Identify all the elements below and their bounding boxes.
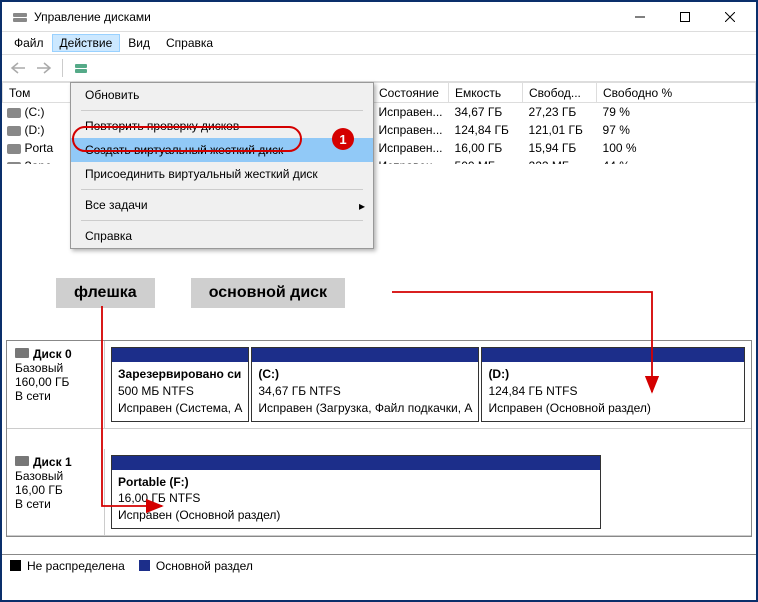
partition-reserved[interactable]: Зарезервировано си500 МБ NTFSИсправен (С… bbox=[111, 347, 249, 422]
col-status[interactable]: Состояние bbox=[373, 83, 449, 103]
menu-file[interactable]: Файл bbox=[6, 34, 52, 52]
toolbar bbox=[2, 54, 756, 82]
disk-row-0[interactable]: Диск 0 Базовый 160,00 ГБ В сети Зарезерв… bbox=[7, 341, 751, 429]
window-title: Управление дисками bbox=[34, 10, 617, 24]
legend-unalloc: Не распределена bbox=[27, 559, 125, 573]
back-icon[interactable] bbox=[8, 58, 28, 78]
refresh-icon[interactable] bbox=[71, 58, 91, 78]
minimize-button[interactable] bbox=[617, 3, 662, 31]
forward-icon[interactable] bbox=[34, 58, 54, 78]
col-free[interactable]: Свобод... bbox=[523, 83, 597, 103]
callout-badge-1: 1 bbox=[332, 128, 354, 150]
annotation-flash: флешка bbox=[56, 278, 155, 308]
chevron-right-icon: ▸ bbox=[359, 199, 365, 213]
maximize-button[interactable] bbox=[662, 3, 707, 31]
dd-attach-vhd[interactable]: Присоединить виртуальный жесткий диск bbox=[71, 162, 373, 186]
legend-swatch-unalloc bbox=[10, 560, 21, 571]
col-volume[interactable]: Том bbox=[3, 83, 73, 103]
dd-help[interactable]: Справка bbox=[71, 224, 373, 248]
menu-action[interactable]: Действие bbox=[52, 34, 121, 52]
titlebar: Управление дисками bbox=[2, 2, 756, 32]
dd-rescan[interactable]: Повторить проверку дисков bbox=[71, 114, 373, 138]
partition-d[interactable]: (D:)124,84 ГБ NTFSИсправен (Основной раз… bbox=[481, 347, 745, 422]
disk-graphical-view: Диск 0 Базовый 160,00 ГБ В сети Зарезерв… bbox=[6, 340, 752, 537]
col-capacity[interactable]: Емкость bbox=[449, 83, 523, 103]
partition-c[interactable]: (C:)34,67 ГБ NTFSИсправен (Загрузка, Фай… bbox=[251, 347, 479, 422]
annotation-maindisk: основной диск bbox=[191, 278, 345, 308]
dd-refresh[interactable]: Обновить bbox=[71, 83, 373, 107]
action-dropdown: Обновить Повторить проверку дисков Созда… bbox=[70, 82, 374, 249]
dd-all-tasks[interactable]: Все задачи▸ bbox=[71, 193, 373, 217]
disk-header-0: Диск 0 Базовый 160,00 ГБ В сети bbox=[7, 341, 105, 428]
col-freepct[interactable]: Свободно % bbox=[597, 83, 756, 103]
menu-view[interactable]: Вид bbox=[120, 34, 158, 52]
legend-primary: Основной раздел bbox=[156, 559, 253, 573]
partition-f[interactable]: Portable (F:)16,00 ГБ NTFSИсправен (Осно… bbox=[111, 455, 601, 530]
legend-swatch-primary bbox=[139, 560, 150, 571]
legend: Не распределена Основной раздел bbox=[2, 554, 756, 576]
close-button[interactable] bbox=[707, 3, 752, 31]
menu-help[interactable]: Справка bbox=[158, 34, 221, 52]
menubar: Файл Действие Вид Справка bbox=[2, 32, 756, 54]
disk-icon bbox=[15, 455, 29, 469]
disk-row-1[interactable]: Диск 1 Базовый 16,00 ГБ В сети Portable … bbox=[7, 449, 751, 537]
dd-create-vhd[interactable]: Создать виртуальный жесткий диск bbox=[71, 138, 373, 162]
app-icon bbox=[12, 9, 28, 25]
disk-header-1: Диск 1 Базовый 16,00 ГБ В сети bbox=[7, 449, 105, 536]
disk-icon bbox=[15, 347, 29, 361]
